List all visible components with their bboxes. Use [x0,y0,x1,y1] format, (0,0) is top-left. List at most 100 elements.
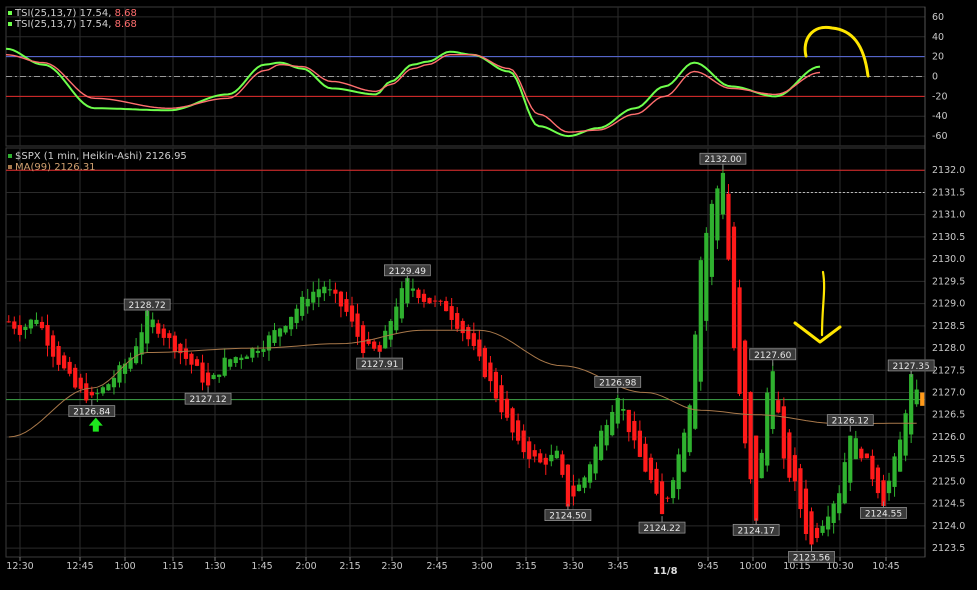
candle-body [344,299,349,312]
ma-legend-value: 2126.31 [54,162,96,173]
candle-body [659,481,665,515]
candle-body [798,468,803,510]
candle-body [859,448,864,459]
candle-body [565,464,571,507]
candle-body [593,446,598,474]
candle-body [372,341,377,349]
candle-body [67,361,72,374]
candle-body [776,400,781,413]
ma-legend-name: MA(99) [15,162,51,173]
candle-body [100,387,105,394]
candle-body [671,480,676,499]
candle-body [56,346,61,365]
candle-body [460,320,465,334]
candle-body [255,350,260,353]
candle-body [156,323,161,334]
x-tick-label: 10:00 [739,561,766,572]
candle-body [349,305,355,322]
candle-body [228,359,233,367]
price-y-tick-label: 2131.0 [932,210,965,221]
x-tick-label: 2:00 [295,561,316,572]
price-y-tick-label: 2123.5 [932,543,965,554]
candle-body [34,319,39,325]
candle-body [316,289,321,298]
candle-body [12,321,17,329]
hilo-label: 2127.91 [361,360,398,370]
ma-legend: MA(99) 2126.31 [8,162,96,173]
tsi-y-tick-label: -60 [932,131,948,142]
candle-body [416,289,421,298]
candle-body [737,287,742,394]
candle-body [217,374,222,377]
price-y-tick-label: 2126.5 [932,410,965,421]
candle-body [200,362,205,383]
hilo-label: 2126.12 [832,417,869,427]
candle-body [432,300,438,302]
x-tick-label: 2:30 [381,561,402,572]
candle-body [914,389,919,405]
candle-body [621,408,626,411]
price-legend-title: $SPX (1 min, Heikin-Ashi) [15,151,143,162]
candle-body [826,516,831,530]
candle-body [167,333,172,339]
hilo-label: 2128.72 [129,301,166,311]
candle-body [582,477,587,488]
price-y-tick-label: 2128.5 [932,321,965,332]
x-tick-label: 3:00 [471,561,492,572]
price-y-tick-label: 2129.0 [932,299,965,310]
tsi-line [5,47,821,138]
candle-body [488,362,493,382]
candle-body [754,435,759,521]
price-y-tick-label: 2127.5 [932,365,965,376]
candle-body [521,430,526,453]
candle-body [770,371,775,430]
x-tick-label: 3:30 [562,561,583,572]
candle-body [892,456,897,487]
tsi-legend-value: 17.54 [79,8,109,19]
candle-body [604,425,609,446]
candle-body [427,297,432,304]
price-legend-last: 2126.95 [145,151,187,162]
candle-body [543,457,548,465]
candle-body [78,377,83,389]
price-y-tick-label: 2124.5 [932,499,965,510]
candle-body [283,326,288,333]
price-y-tick-label: 2128.0 [932,343,965,354]
candle-body [626,409,631,433]
x-tick-label: 3:15 [515,561,536,572]
hilo-label: 2127.60 [754,351,791,361]
candle-body [499,385,504,413]
chart-svg: 12:30 12:45 1:00 1:15 1:30 1:45 2:00 2:15 2:30 2:… [5,6,965,572]
candle-body [765,392,770,466]
candle-body [261,349,266,352]
candle-body [161,328,166,338]
candle-body [532,450,537,457]
candle-body [527,441,532,459]
candle-body [831,503,836,524]
candle-body [599,430,604,461]
trading-chart: 12:30 12:45 1:00 1:15 1:30 1:45 2:00 2:15 2:30 2:… [0,0,977,586]
x-tick-label: 1:45 [251,561,272,572]
candle-body [45,325,50,346]
hilo-label: 2126.98 [599,378,636,388]
candle-body [792,455,798,482]
tsi-y-tick-label: 0 [932,72,938,83]
candle-body [571,485,576,497]
candle-body [294,308,299,324]
hilo-label: 2127.35 [893,362,930,372]
candle-body [194,359,200,366]
candle-body [239,357,244,361]
candle-body [742,340,748,444]
candle-body [637,430,642,457]
candle-body [704,232,709,321]
candle-body [510,408,515,433]
price-y-tick-label: 2132.0 [932,165,965,176]
candle-body [327,289,332,291]
candle-body [6,321,11,323]
candle-body [405,278,410,304]
candle-body [698,260,703,382]
candle-body [84,383,89,401]
x-tick-label: 12:30 [6,561,33,572]
tsi-legend-1: TSI(25,13,7) 17.54, 8.68 [8,8,137,19]
candle-body [909,374,914,435]
